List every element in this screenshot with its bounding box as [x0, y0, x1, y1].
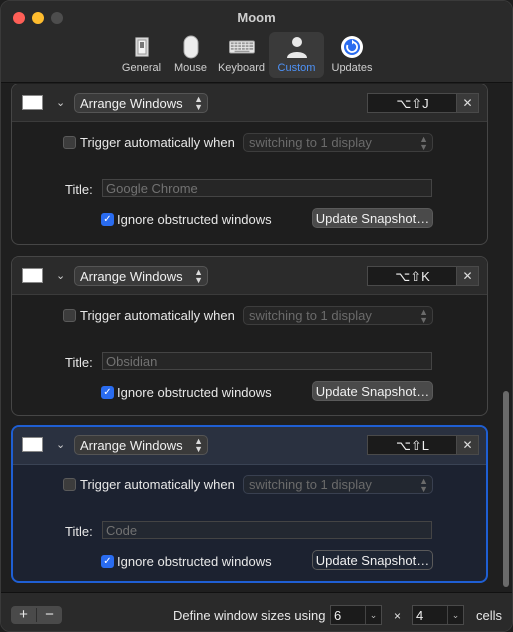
tab-updates[interactable]: Updates — [324, 32, 380, 78]
ignore-obstructed-checkbox[interactable]: ✓ — [101, 555, 114, 568]
shortcut-recorder[interactable]: ⌥⇧L — [367, 435, 457, 455]
up-down-arrows-icon: ▲ ▼ — [194, 436, 203, 454]
trigger-label: Trigger automatically when — [80, 477, 235, 492]
general-switch-icon — [129, 35, 155, 59]
title-field[interactable]: Code — [102, 521, 432, 539]
tab-updates-label: Updates — [331, 62, 373, 74]
trigger-checkbox[interactable] — [63, 136, 76, 149]
trigger-condition-value: switching to 1 display — [249, 135, 372, 150]
rows-combo[interactable]: 4 ⌄ — [412, 605, 464, 625]
trigger-row: Trigger automatically when switching to … — [63, 475, 443, 495]
trigger-condition-popup: switching to 1 display ▲ ▼ — [243, 306, 433, 325]
chevron-down-icon[interactable]: ⌄ — [365, 606, 381, 624]
up-down-arrows-icon: ▲ ▼ — [419, 307, 428, 325]
title-field[interactable]: Obsidian — [102, 352, 432, 370]
tab-mouse-label: Mouse — [173, 62, 208, 74]
title-label: Title: — [65, 182, 93, 197]
command-card-selected: ⌄ Arrange Windows ▲ ▼ ⌥⇧L ✕ Trigger autom… — [11, 425, 488, 583]
preferences-toolbar: General Mouse Keyboard Custom Updates — [116, 32, 380, 78]
chevron-down-icon[interactable]: ⌄ — [56, 96, 65, 109]
action-popup[interactable]: Arrange Windows ▲ ▼ — [74, 266, 208, 286]
update-snapshot-button[interactable]: Update Snapshot… — [312, 381, 433, 401]
define-sizes-label: Define window sizes using — [173, 608, 326, 623]
title-label: Title: — [65, 355, 93, 370]
title-label: Title: — [65, 524, 93, 539]
layout-preview-icon[interactable] — [22, 268, 43, 283]
cells-label: cells — [476, 608, 503, 623]
trigger-condition-popup: switching to 1 display ▲ ▼ — [243, 475, 433, 494]
tab-mouse[interactable]: Mouse — [167, 32, 214, 78]
up-down-arrows-icon: ▲ ▼ — [194, 267, 203, 285]
ignore-obstructed-label: Ignore obstructed windows — [117, 212, 272, 227]
trigger-row: Trigger automatically when switching to … — [63, 133, 443, 153]
add-command-button[interactable]: + — [11, 606, 36, 624]
up-down-arrows-icon: ▲ ▼ — [419, 134, 428, 152]
ignore-obstructed-label: Ignore obstructed windows — [117, 385, 272, 400]
action-popup-value: Arrange Windows — [80, 96, 183, 111]
ignore-obstructed-checkbox[interactable]: ✓ — [101, 213, 114, 226]
tab-keyboard-label: Keyboard — [217, 62, 266, 74]
tab-custom[interactable]: Custom — [269, 32, 324, 78]
command-card-header: ⌄ Arrange Windows ▲ ▼ ⌥⇧K ✕ — [12, 257, 487, 295]
title-bar: Moom General Mouse Keyboard Custom Updat… — [1, 1, 512, 83]
clear-shortcut-button[interactable]: ✕ — [456, 93, 479, 113]
custom-commands-list[interactable]: ⌄ Arrange Windows ▲ ▼ ⌥⇧J ✕ Trigger autom… — [1, 84, 512, 592]
person-icon — [284, 35, 310, 59]
chevron-down-icon[interactable]: ⌄ — [56, 438, 65, 451]
tab-keyboard[interactable]: Keyboard — [214, 32, 269, 78]
chevron-down-icon[interactable]: ⌄ — [447, 606, 463, 624]
layout-preview-icon[interactable] — [22, 95, 43, 110]
trigger-condition-value: switching to 1 display — [249, 477, 372, 492]
update-snapshot-button[interactable]: Update Snapshot… — [312, 550, 433, 570]
update-snapshot-button[interactable]: Update Snapshot… — [312, 208, 433, 228]
add-remove-segment: + − — [11, 606, 62, 624]
action-popup[interactable]: Arrange Windows ▲ ▼ — [74, 435, 208, 455]
remove-command-button[interactable]: − — [37, 606, 62, 624]
action-popup[interactable]: Arrange Windows ▲ ▼ — [74, 93, 208, 113]
tab-general[interactable]: General — [116, 32, 167, 78]
mouse-icon — [178, 35, 204, 59]
trigger-condition-value: switching to 1 display — [249, 308, 372, 323]
command-card-header: ⌄ Arrange Windows ▲ ▼ ⌥⇧L ✕ — [13, 427, 486, 465]
refresh-icon — [339, 35, 365, 59]
shortcut-recorder[interactable]: ⌥⇧J — [367, 93, 457, 113]
tab-custom-label: Custom — [277, 62, 316, 74]
up-down-arrows-icon: ▲ ▼ — [419, 476, 428, 494]
command-card: ⌄ Arrange Windows ▲ ▼ ⌥⇧J ✕ Trigger autom… — [11, 84, 488, 245]
times-label: × — [394, 609, 402, 623]
trigger-label: Trigger automatically when — [80, 308, 235, 323]
rows-value: 4 — [416, 608, 424, 623]
command-card-header: ⌄ Arrange Windows ▲ ▼ ⌥⇧J ✕ — [12, 84, 487, 122]
vertical-scrollbar[interactable] — [503, 391, 509, 587]
chevron-down-icon[interactable]: ⌄ — [56, 269, 65, 282]
ignore-obstructed-checkbox[interactable]: ✓ — [101, 386, 114, 399]
moom-window: Moom General Mouse Keyboard Custom Updat… — [0, 0, 513, 632]
keyboard-icon — [228, 35, 255, 59]
trigger-label: Trigger automatically when — [80, 135, 235, 150]
clear-shortcut-button[interactable]: ✕ — [456, 266, 479, 286]
columns-combo[interactable]: 6 ⌄ — [330, 605, 382, 625]
action-popup-value: Arrange Windows — [80, 269, 183, 284]
command-card: ⌄ Arrange Windows ▲ ▼ ⌥⇧K ✕ Trigger autom… — [11, 256, 488, 416]
ignore-obstructed-label: Ignore obstructed windows — [117, 554, 272, 569]
columns-value: 6 — [334, 608, 342, 623]
up-down-arrows-icon: ▲ ▼ — [194, 94, 203, 112]
clear-shortcut-button[interactable]: ✕ — [456, 435, 479, 455]
trigger-condition-popup: switching to 1 display ▲ ▼ — [243, 133, 433, 152]
shortcut-recorder[interactable]: ⌥⇧K — [367, 266, 457, 286]
bottom-bar: + − Define window sizes using 6 ⌄ × 4 ⌄ … — [1, 592, 512, 631]
trigger-checkbox[interactable] — [63, 478, 76, 491]
tab-general-label: General — [121, 62, 162, 74]
trigger-row: Trigger automatically when switching to … — [63, 306, 443, 326]
window-title: Moom — [237, 10, 276, 25]
action-popup-value: Arrange Windows — [80, 438, 183, 453]
layout-preview-icon[interactable] — [22, 437, 43, 452]
trigger-checkbox[interactable] — [63, 309, 76, 322]
title-field[interactable]: Google Chrome — [102, 179, 432, 197]
